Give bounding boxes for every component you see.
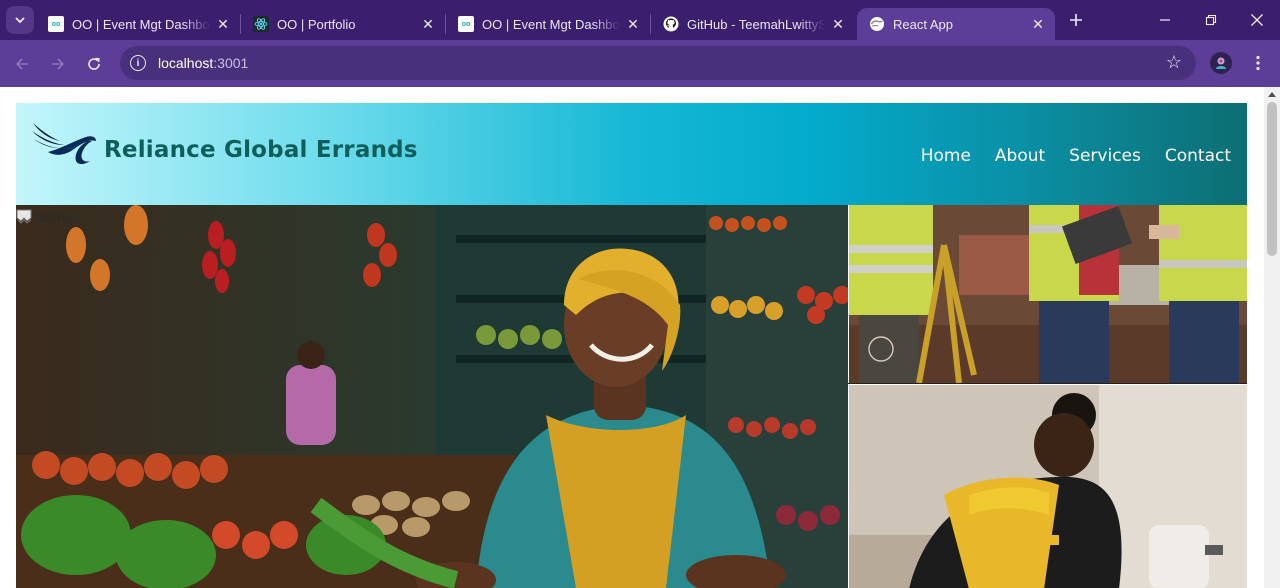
plus-icon <box>1070 14 1082 26</box>
close-icon[interactable]: ✕ <box>214 15 232 33</box>
bird-logo-icon <box>32 123 96 164</box>
page-viewport: Reliance Global Errands Home About Servi… <box>0 87 1280 588</box>
close-icon[interactable]: ✕ <box>419 15 437 33</box>
github-icon <box>663 16 679 32</box>
restore-button[interactable] <box>1193 4 1229 36</box>
forward-button[interactable] <box>44 50 72 78</box>
banner-alt-text: banner <box>34 209 78 225</box>
scrollbar-thumb[interactable] <box>1267 102 1277 256</box>
tab-title: OO | Portfolio <box>277 16 356 32</box>
arrow-right-icon <box>52 58 65 70</box>
tab-title: GitHub - TeemahLwittySw <box>687 16 825 32</box>
address-url: localhost:3001 <box>158 55 248 71</box>
reload-icon <box>88 57 100 70</box>
address-host: localhost <box>158 55 214 71</box>
close-icon[interactable]: ✕ <box>1029 15 1047 33</box>
close-window-button[interactable] <box>1239 4 1275 36</box>
close-icon <box>1251 14 1263 26</box>
react-icon <box>253 16 269 32</box>
nav-contact-link[interactable]: Contact <box>1165 146 1231 166</box>
tab-strip: oo OO | Event Mgt Dashboard ✕ OO | Portf… <box>0 0 1280 40</box>
site-header: Reliance Global Errands Home About Servi… <box>16 103 1247 205</box>
address-port: :3001 <box>213 55 249 71</box>
oo-favicon-icon: oo <box>48 16 64 32</box>
restore-icon <box>1205 14 1217 26</box>
minimize-icon <box>1160 19 1170 21</box>
scroll-up-arrow-icon[interactable] <box>1268 92 1276 97</box>
tab-github[interactable]: GitHub - TeemahLwittySw ✕ <box>651 8 855 40</box>
react-app-icon <box>869 16 885 32</box>
close-icon[interactable]: ✕ <box>829 15 847 33</box>
brand[interactable]: Reliance Global Errands <box>30 119 418 169</box>
extension-icon[interactable] <box>1210 52 1232 74</box>
close-icon[interactable]: ✕ <box>624 15 642 33</box>
address-bar[interactable]: i localhost:3001 ☆ <box>120 46 1196 80</box>
back-button[interactable] <box>8 50 36 78</box>
oo-favicon-icon: oo <box>458 16 474 32</box>
broken-image-icon <box>16 209 32 224</box>
tab-portfolio[interactable]: OO | Portfolio ✕ <box>241 8 445 40</box>
tab-title: OO | Event Mgt Dashboard <box>482 16 620 32</box>
nav-home-link[interactable]: Home <box>921 146 971 166</box>
tab-event-dashboard-1[interactable]: oo OO | Event Mgt Dashboard ✕ <box>36 8 240 40</box>
brand-name: Reliance Global Errands <box>104 137 418 163</box>
more-options-icon[interactable] <box>1248 52 1268 74</box>
main-nav: Home About Services Contact <box>897 146 1231 166</box>
construction-workers-image <box>848 205 1247 383</box>
tab-search-button[interactable] <box>6 6 34 34</box>
tab-react-app[interactable]: React App ✕ <box>857 8 1055 40</box>
minimize-button[interactable] <box>1147 4 1183 36</box>
tab-event-dashboard-2[interactable]: oo OO | Event Mgt Dashboard ✕ <box>446 8 650 40</box>
tab-title: OO | Event Mgt Dashboard <box>72 16 210 32</box>
new-tab-button[interactable] <box>1064 8 1088 32</box>
arrow-left-icon <box>15 58 28 70</box>
cleaner-image <box>848 384 1247 588</box>
nav-about-link[interactable]: About <box>995 146 1045 166</box>
page-scrollbar[interactable] <box>1264 87 1280 588</box>
hero-banner: banner <box>16 205 1247 588</box>
star-icon[interactable]: ☆ <box>1166 52 1182 73</box>
market-vendor-image: banner <box>16 205 848 588</box>
banner-broken-image: banner <box>16 209 78 225</box>
nav-services-link[interactable]: Services <box>1069 146 1141 166</box>
tab-title: React App <box>893 16 953 32</box>
site-info-icon[interactable]: i <box>130 55 146 71</box>
chevron-down-icon <box>15 17 25 24</box>
reload-button[interactable] <box>80 50 108 78</box>
